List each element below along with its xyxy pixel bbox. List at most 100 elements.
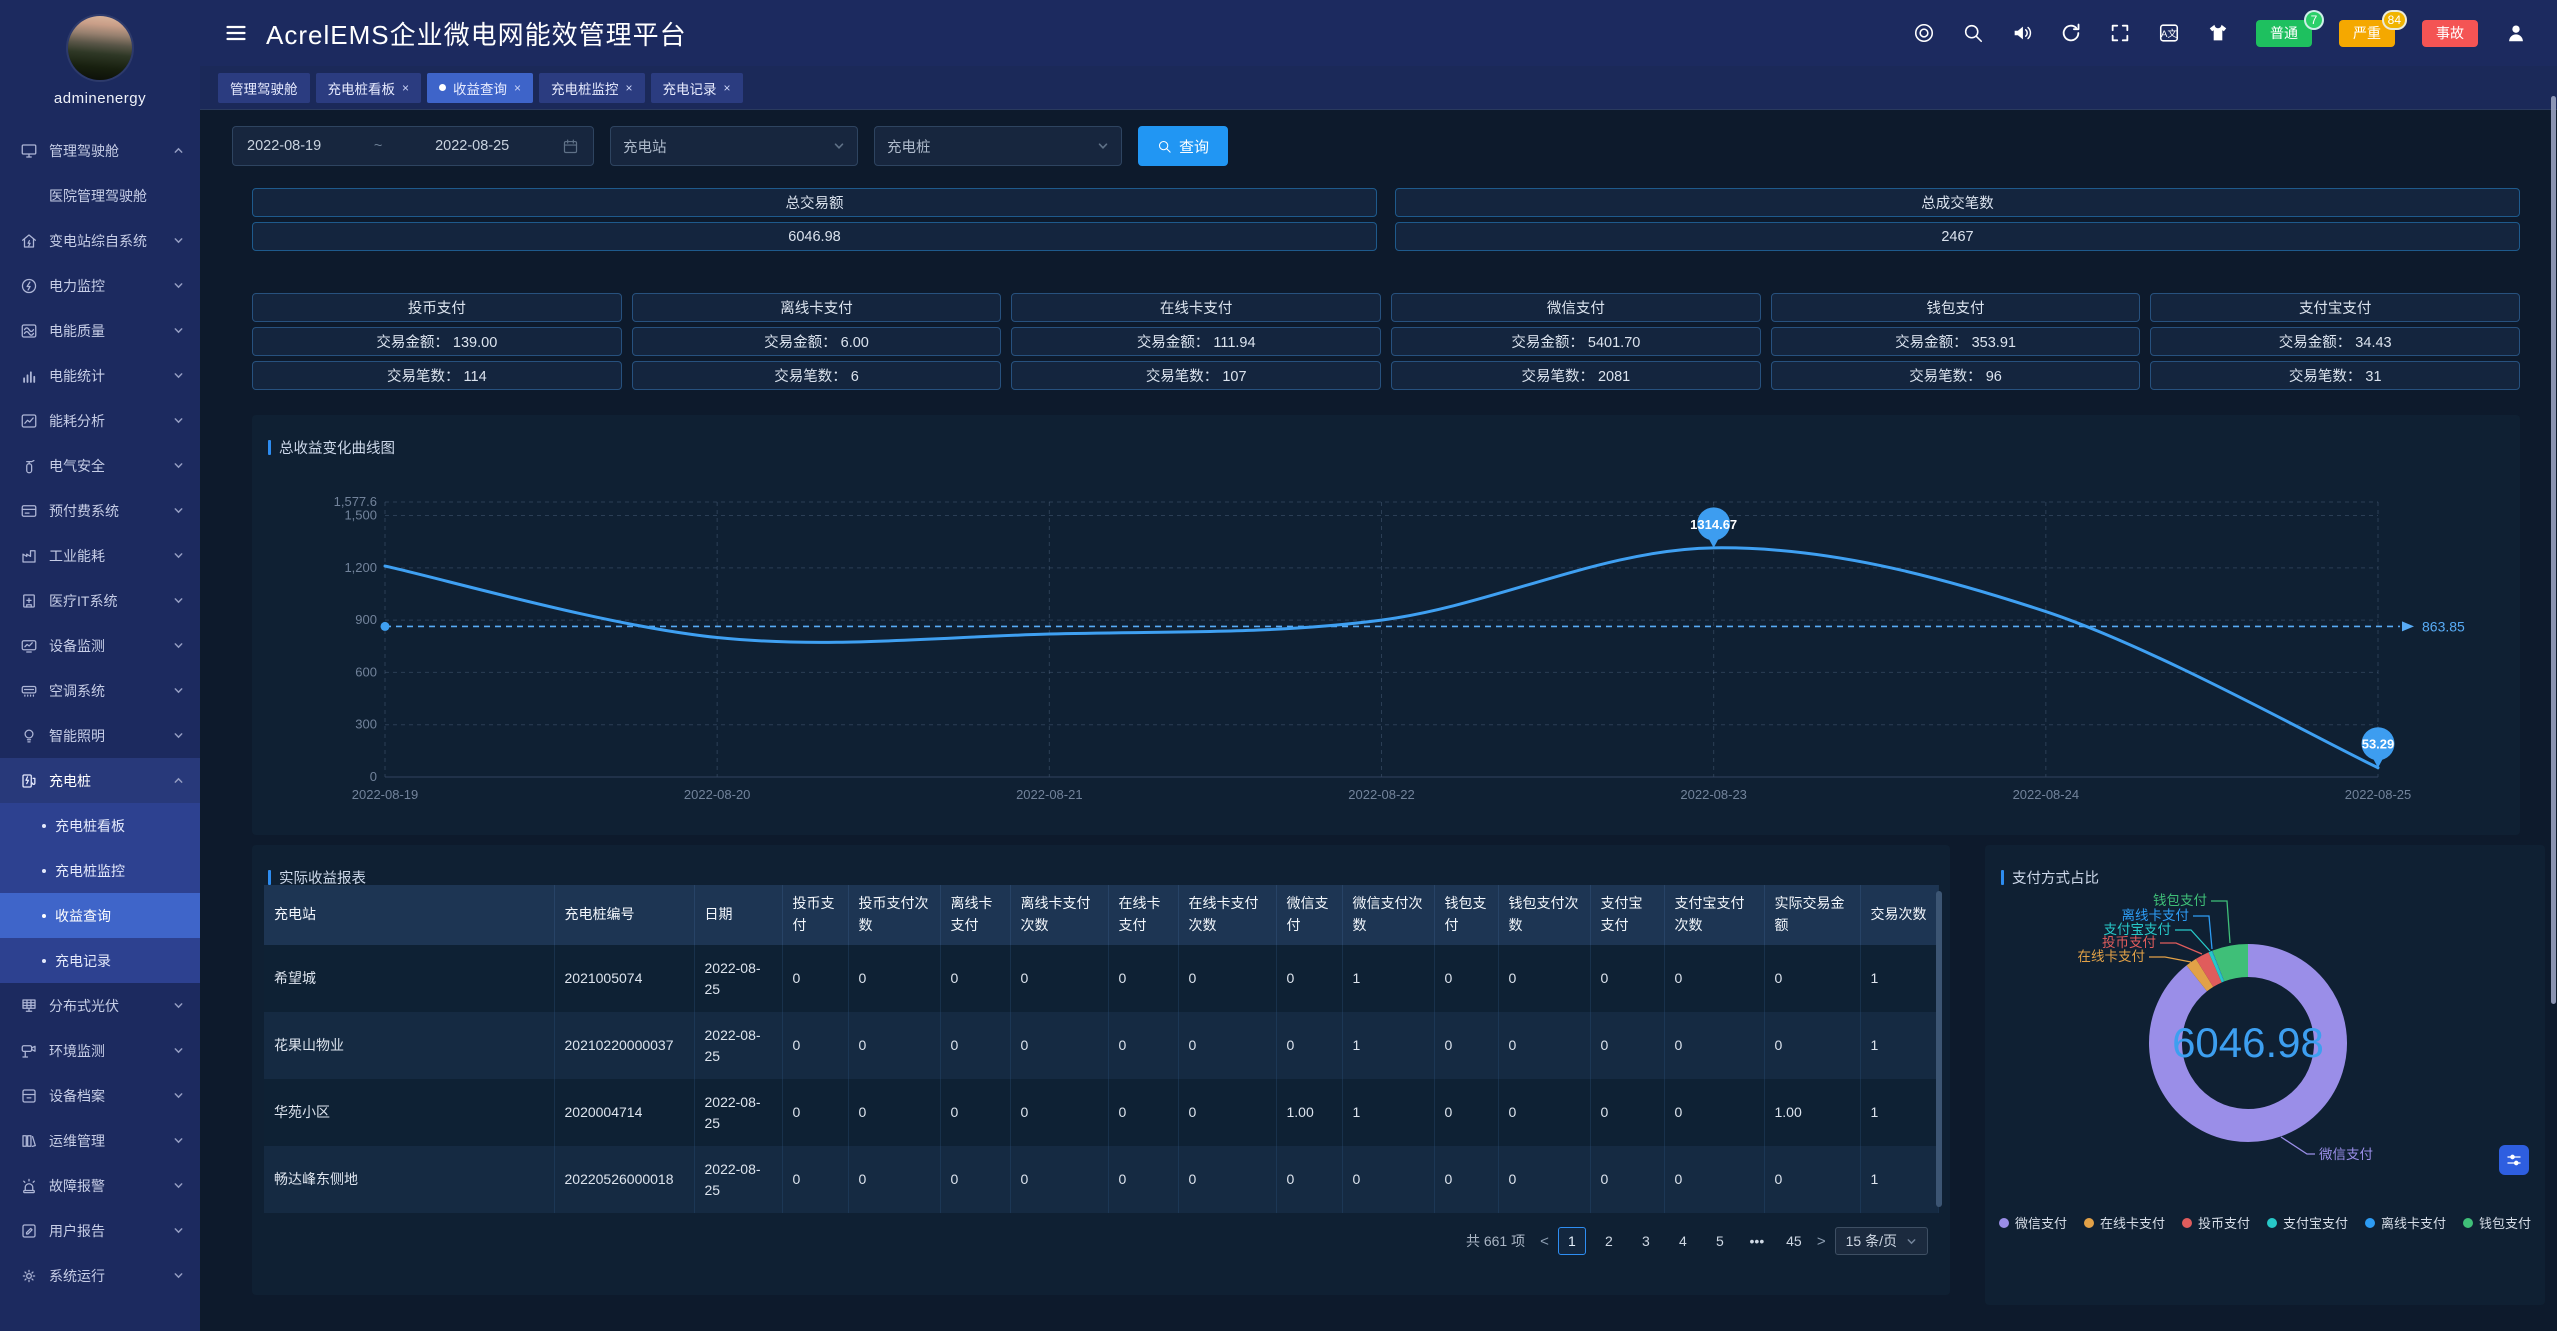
sidebar-item-智能照明[interactable]: 智能照明 <box>0 713 200 758</box>
table-column-header: 实际交易金额 <box>1764 885 1860 945</box>
sidebar-item-管理驾驶舱[interactable]: 管理驾驶舱 <box>0 128 200 173</box>
date-end[interactable]: 2022-08-25 <box>435 138 509 154</box>
sidebar-item-能耗分析[interactable]: 能耗分析 <box>0 398 200 443</box>
sidebar-subitem-收益查询[interactable]: 收益查询 <box>0 893 200 938</box>
sidebar-item-设备监测[interactable]: 设备监测 <box>0 623 200 668</box>
sidebar-subitem-充电桩监控[interactable]: 充电桩监控 <box>0 848 200 893</box>
chevron-down-icon <box>173 685 184 696</box>
search-button[interactable]: 查询 <box>1138 126 1228 166</box>
table-scrollbar[interactable] <box>1936 891 1942 1207</box>
svg-text:2022-08-22: 2022-08-22 <box>1348 787 1415 802</box>
legend-item-在线卡支付[interactable]: 在线卡支付 <box>2084 1213 2165 1232</box>
sidebar-item-充电桩[interactable]: 充电桩 <box>0 758 200 803</box>
pie-callout-label: 钱包支付 <box>2153 893 2207 908</box>
translate-icon[interactable]: A文 <box>2158 22 2180 44</box>
sidebar-item-预付费系统[interactable]: 预付费系统 <box>0 488 200 533</box>
refresh-icon[interactable] <box>2060 22 2082 44</box>
sidebar-item-电能质量[interactable]: 电能质量 <box>0 308 200 353</box>
table-cell: 0 <box>782 1146 848 1213</box>
sidebar-item-label: 设备档案 <box>49 1086 105 1106</box>
next-page-button[interactable]: > <box>1817 1233 1826 1250</box>
page-button-1[interactable]: 1 <box>1558 1227 1586 1255</box>
date-range-input[interactable]: 2022-08-19 ~ 2022-08-25 <box>232 126 594 166</box>
close-icon[interactable]: × <box>514 82 521 94</box>
sidebar-item-系统运行[interactable]: 系统运行 <box>0 1253 200 1298</box>
close-icon[interactable]: × <box>724 82 731 94</box>
sidebar-scrollbar[interactable] <box>2551 96 2556 1004</box>
station-select[interactable]: 充电站 <box>610 126 858 166</box>
search-icon[interactable] <box>1962 22 1984 44</box>
legend-item-微信支付[interactable]: 微信支付 <box>1999 1213 2067 1232</box>
chevron-down-icon <box>173 595 184 606</box>
sidebar-item-用户报告[interactable]: 用户报告 <box>0 1208 200 1253</box>
page-button-3[interactable]: 3 <box>1632 1227 1660 1255</box>
alarm-button-普通[interactable]: 普通7 <box>2256 20 2312 47</box>
sidebar-subitem-充电桩看板[interactable]: 充电桩看板 <box>0 803 200 848</box>
alarm-label: 严重 <box>2353 23 2381 43</box>
svg-text:2022-08-20: 2022-08-20 <box>684 787 751 802</box>
summary-label: 总交易额 <box>252 188 1377 217</box>
page-button-5[interactable]: 5 <box>1706 1227 1734 1255</box>
user-icon[interactable] <box>2505 22 2527 44</box>
sidebar-item-设备档案[interactable]: 设备档案 <box>0 1073 200 1118</box>
pie-slice-支付宝支付[interactable] <box>2215 966 2218 967</box>
sidebar-item-工业能耗[interactable]: 工业能耗 <box>0 533 200 578</box>
sidebar-item-运维管理[interactable]: 运维管理 <box>0 1118 200 1163</box>
sidebar-item-电能统计[interactable]: 电能统计 <box>0 353 200 398</box>
close-icon[interactable]: × <box>402 82 409 94</box>
table-cell: 0 <box>1342 1146 1434 1213</box>
tab-充电桩监控[interactable]: 充电桩监控× <box>539 73 645 103</box>
fullscreen-icon[interactable] <box>2109 22 2131 44</box>
table-cell: 0 <box>1276 945 1342 1012</box>
sidebar-subitem-label: 收益查询 <box>55 906 111 926</box>
pie-callout-label: 投币支付 <box>2102 935 2156 950</box>
solar-icon <box>20 997 38 1015</box>
tab-管理驾驶舱[interactable]: 管理驾驶舱 <box>218 73 310 103</box>
pie-slice-在线卡支付[interactable] <box>2197 973 2205 979</box>
menu-toggle-icon[interactable] <box>224 21 248 45</box>
legend-item-离线卡支付[interactable]: 离线卡支付 <box>2365 1213 2446 1232</box>
legend-label: 支付宝支付 <box>2283 1213 2348 1232</box>
page-button-2[interactable]: 2 <box>1595 1227 1623 1255</box>
sidebar-item-故障报警[interactable]: 故障报警 <box>0 1163 200 1208</box>
sidebar-item-环境监测[interactable]: 环境监测 <box>0 1028 200 1073</box>
legend-item-钱包支付[interactable]: 钱包支付 <box>2463 1213 2531 1232</box>
tab-充电桩看板[interactable]: 充电桩看板× <box>316 73 422 103</box>
table-column-header: 在线卡支付 <box>1108 885 1178 945</box>
dashboard-screen-icon[interactable] <box>1913 22 1935 44</box>
station-select-value: 充电站 <box>623 136 667 157</box>
page-size-select[interactable]: 15 条/页 <box>1835 1227 1928 1255</box>
sidebar-item-医疗IT系统[interactable]: 医疗IT系统 <box>0 578 200 623</box>
sidebar-item-电力监控[interactable]: 电力监控 <box>0 263 200 308</box>
page-button-4[interactable]: 4 <box>1669 1227 1697 1255</box>
sidebar-subitem-充电记录[interactable]: 充电记录 <box>0 938 200 983</box>
table-column-header: 投币支付 <box>782 885 848 945</box>
sidebar-item-空调系统[interactable]: 空调系统 <box>0 668 200 713</box>
sound-icon[interactable] <box>2011 22 2033 44</box>
date-start[interactable]: 2022-08-19 <box>247 138 321 154</box>
pile-select[interactable]: 充电桩 <box>874 126 1122 166</box>
close-icon[interactable]: × <box>626 82 633 94</box>
avatar[interactable] <box>68 16 132 80</box>
sidebar-item-变电站综自系统[interactable]: 变电站综自系统 <box>0 218 200 263</box>
legend-item-支付宝支付[interactable]: 支付宝支付 <box>2267 1213 2348 1232</box>
tab-充电记录[interactable]: 充电记录× <box>651 73 743 103</box>
sidebar-item-电气安全[interactable]: 电气安全 <box>0 443 200 488</box>
chart-settings-button[interactable] <box>2499 1145 2529 1175</box>
alarm-button-严重[interactable]: 严重84 <box>2339 20 2395 47</box>
hospital-it-icon <box>20 592 38 610</box>
pie-slice-投币支付[interactable] <box>2205 967 2216 973</box>
tab-收益查询[interactable]: 收益查询× <box>427 73 533 103</box>
page-button-45[interactable]: 45 <box>1780 1227 1808 1255</box>
legend-dot-icon <box>2463 1218 2473 1228</box>
sidebar-item-医院管理驾驶舱[interactable]: 医院管理驾驶舱 <box>0 173 200 218</box>
prev-page-button[interactable]: < <box>1540 1233 1549 1250</box>
pie-slice-钱包支付[interactable] <box>2218 961 2248 967</box>
table-cell: 1 <box>1860 945 1938 1012</box>
sidebar-item-label: 系统运行 <box>49 1266 105 1286</box>
legend-item-投币支付[interactable]: 投币支付 <box>2182 1213 2250 1232</box>
substation-icon <box>20 232 38 250</box>
sidebar-item-分布式光伏[interactable]: 分布式光伏 <box>0 983 200 1028</box>
alarm-button-事故[interactable]: 事故 <box>2422 20 2478 47</box>
theme-icon[interactable] <box>2207 22 2229 44</box>
